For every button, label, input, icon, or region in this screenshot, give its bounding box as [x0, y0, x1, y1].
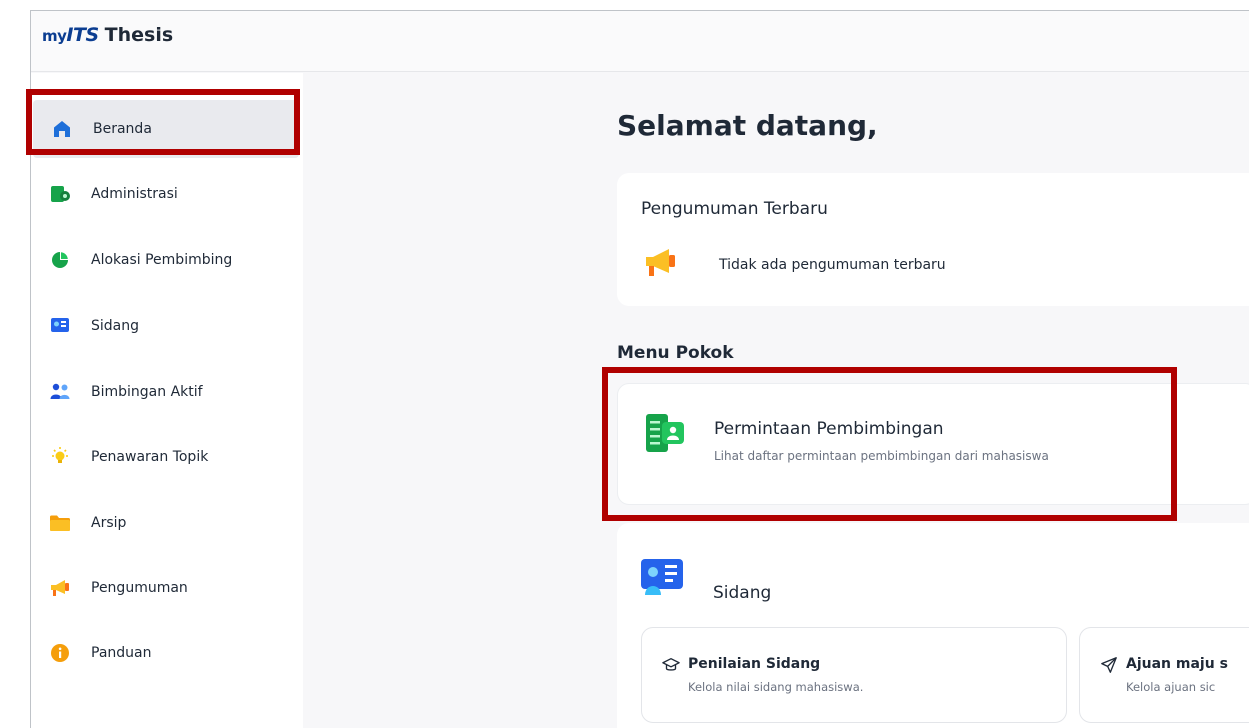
document-user-icon — [646, 414, 684, 452]
sidebar-item-bimbingan-aktif[interactable]: Bimbingan Aktif — [31, 363, 303, 421]
brand[interactable]: myITS Thesis — [42, 24, 173, 46]
card-title: Permintaan Pembimbingan — [714, 419, 944, 439]
send-icon — [1101, 657, 1117, 673]
announcement-empty-text: Tidak ada pengumuman terbaru — [719, 257, 946, 273]
sidebar-item-label: Bimbingan Aktif — [91, 384, 203, 400]
sidebar-item-label: Penawaran Topik — [91, 449, 209, 465]
ajuan-maju-sidang-card[interactable]: Ajuan maju s Kelola ajuan sic — [1079, 627, 1249, 723]
admin-icon — [49, 183, 71, 205]
sidebar-item-administrasi[interactable]: Administrasi — [31, 165, 303, 223]
info-icon — [49, 642, 71, 664]
sidebar-item-penawaran-topik[interactable]: Penawaran Topik — [31, 428, 303, 486]
brand-logo-its: ITS — [66, 24, 99, 46]
app-window: myITS Thesis Beranda Administrasi Alokas… — [30, 10, 1249, 728]
top-bar: myITS Thesis — [31, 11, 1249, 72]
main-content: Selamat datang, Pengumuman Terbaru Tidak… — [303, 73, 1249, 728]
sidebar-item-label: Sidang — [91, 318, 140, 334]
sidebar-item-panduan[interactable]: Panduan — [31, 624, 303, 682]
menu-heading: Menu Pokok — [617, 343, 734, 363]
id-card-icon — [49, 315, 71, 337]
card-subtitle: Lihat daftar permintaan pembimbingan dar… — [714, 449, 1049, 463]
sidebar-item-pengumuman[interactable]: Pengumuman — [31, 559, 303, 617]
sidebar-item-alokasi-pembimbing[interactable]: Alokasi Pembimbing — [31, 231, 303, 289]
brand-title: Thesis — [104, 24, 174, 46]
subcard-desc: Kelola ajuan sic — [1126, 680, 1216, 694]
graduation-cap-icon — [662, 658, 680, 671]
megaphone-icon — [49, 577, 71, 599]
sidebar-item-beranda[interactable]: Beranda — [33, 100, 299, 158]
penilaian-sidang-card[interactable]: Penilaian Sidang Kelola nilai sidang mah… — [641, 627, 1067, 723]
sidebar-item-label: Alokasi Pembimbing — [91, 252, 233, 268]
subcard-desc: Kelola nilai sidang mahasiswa. — [688, 680, 864, 694]
page-title: Selamat datang, — [617, 109, 878, 142]
brand-logo: myITS — [42, 24, 99, 46]
people-icon — [49, 381, 71, 403]
sidang-card: Sidang Penilaian Sidang Kelola nilai sid… — [617, 523, 1249, 728]
sidebar-item-label: Panduan — [91, 645, 152, 661]
id-card-icon — [641, 559, 683, 595]
megaphone-icon — [643, 247, 679, 283]
sidebar-item-label: Beranda — [93, 121, 152, 137]
subcard-title: Ajuan maju s — [1126, 656, 1228, 672]
brand-logo-prefix: my — [42, 27, 67, 45]
folder-icon — [49, 512, 71, 534]
sidebar-item-label: Pengumuman — [91, 580, 188, 596]
sidebar-item-label: Arsip — [91, 515, 127, 531]
card-title: Sidang — [713, 583, 772, 603]
sidebar-item-sidang[interactable]: Sidang — [31, 297, 303, 355]
announcement-card: Pengumuman Terbaru Tidak ada pengumuman … — [617, 173, 1249, 306]
sidebar-item-arsip[interactable]: Arsip — [31, 494, 303, 552]
pie-chart-icon — [49, 249, 71, 271]
lightbulb-icon — [49, 446, 71, 468]
announcement-row: Tidak ada pengumuman terbaru — [643, 247, 946, 283]
subcard-title: Penilaian Sidang — [688, 656, 821, 672]
permintaan-pembimbingan-card[interactable]: Permintaan Pembimbingan Lihat daftar per… — [617, 383, 1249, 505]
announcement-title: Pengumuman Terbaru — [641, 199, 828, 219]
sidebar-item-label: Administrasi — [91, 186, 178, 202]
home-icon — [51, 118, 73, 140]
sidebar: Beranda Administrasi Alokasi Pembimbing … — [31, 73, 303, 728]
